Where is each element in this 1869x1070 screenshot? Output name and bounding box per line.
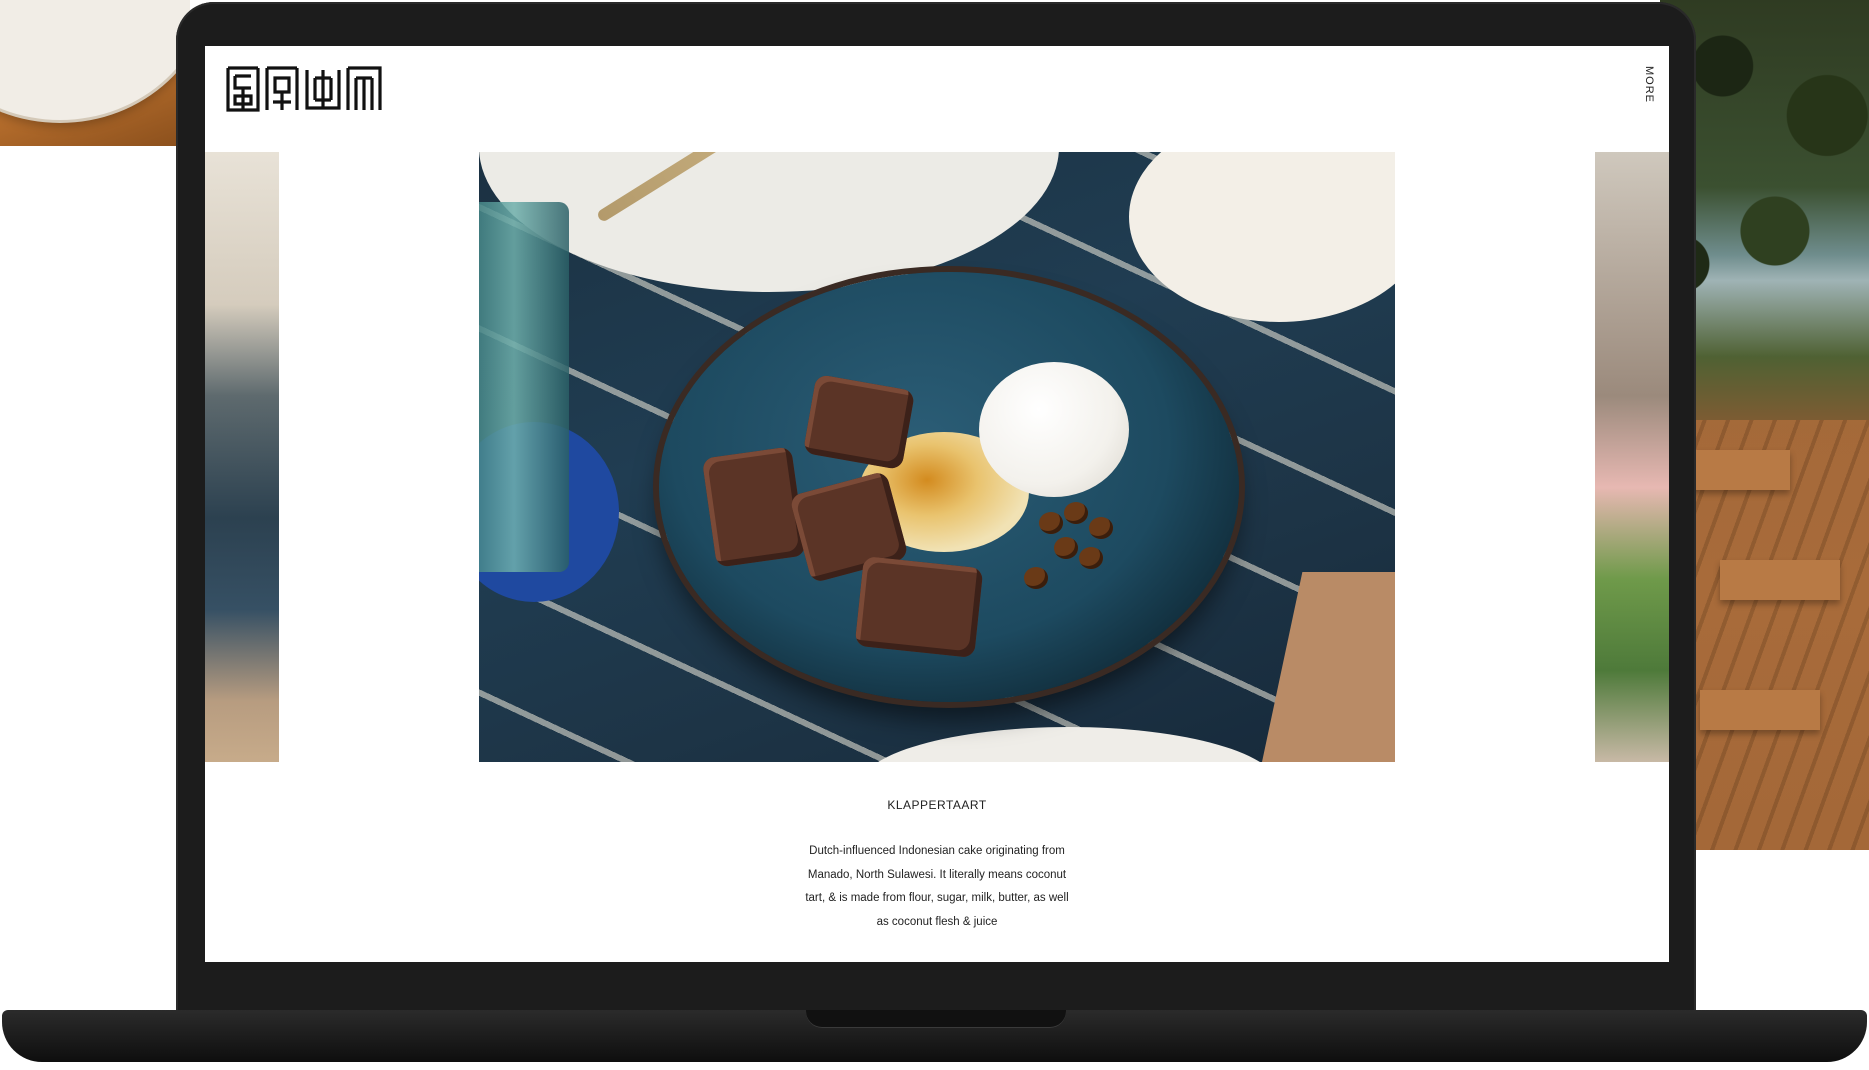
brownie-piece-shape [802,373,916,471]
side-bowl-shape [1129,152,1395,322]
dish-photo [479,152,1395,762]
raisin-shape [1024,567,1048,589]
more-nav-link[interactable]: MORE [1643,66,1655,103]
background-photo-plate [0,0,190,146]
table-shape [1720,560,1840,600]
plate-shape [859,727,1279,762]
brownie-piece-shape [854,555,984,659]
glass-shape [479,202,569,572]
raisin-shape [1064,502,1088,524]
carousel-prev-photo[interactable] [205,152,279,762]
ice-cream-scoop-shape [979,362,1129,497]
laptop-notch [806,1010,1066,1028]
raisin-shape [1089,517,1113,539]
dish-title: KLAPPERTAART [887,798,987,812]
brand-logo-icon[interactable] [225,64,383,114]
plate-shape [0,0,190,120]
table-shape [1255,572,1395,762]
carousel-next-photo[interactable] [1595,152,1669,762]
table-shape [1700,690,1820,730]
raisin-shape [1079,547,1103,569]
raisin-shape [1039,512,1063,534]
dish-description: Dutch-influenced Indonesian cake origina… [805,845,1069,928]
website-screen: MORE KLAPPERTAART Dutch-influenced Indon… [205,46,1669,962]
raisin-shape [1054,537,1078,559]
brownie-piece-shape [701,446,807,568]
